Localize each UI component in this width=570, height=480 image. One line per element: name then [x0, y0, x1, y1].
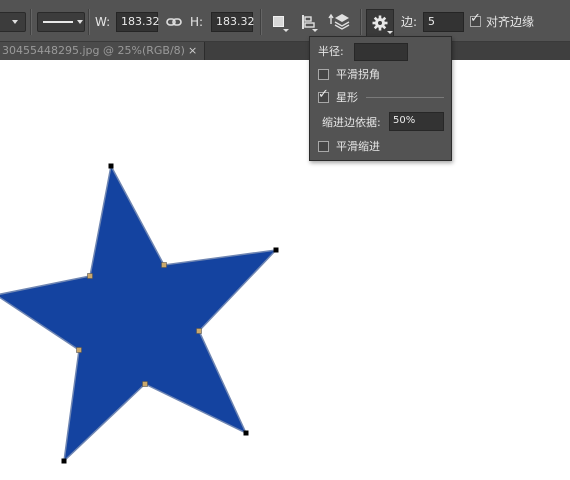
- radius-input[interactable]: [354, 43, 408, 61]
- separator: [260, 9, 262, 35]
- anchor-point[interactable]: [87, 273, 93, 279]
- smooth-indents-checkbox[interactable]: [318, 141, 329, 152]
- document-tab[interactable]: 30455448295.jpg @ 25%(RGB/8) ×: [0, 42, 205, 60]
- chevron-down-icon: [387, 31, 393, 34]
- radius-label: 半径:: [318, 45, 344, 58]
- star-label: 星形: [336, 91, 358, 104]
- sides-input[interactable]: 5: [423, 12, 464, 32]
- close-icon[interactable]: ×: [188, 42, 197, 60]
- path-operations-button[interactable]: [268, 12, 290, 32]
- smooth-corners-checkbox[interactable]: [318, 69, 329, 80]
- chevron-down-icon: [312, 29, 318, 32]
- anchor-point[interactable]: [108, 163, 114, 169]
- chevron-down-icon: [77, 20, 83, 24]
- anchor-point[interactable]: [161, 262, 167, 268]
- height-label: H:: [190, 15, 204, 29]
- align-edges-label: 对齐边缘: [486, 15, 535, 29]
- star-checkbox[interactable]: ✓: [318, 88, 329, 103]
- separator: [88, 9, 90, 35]
- smooth-indents-label: 平滑缩进: [336, 140, 380, 153]
- anchor-point[interactable]: [61, 458, 67, 464]
- geometry-options-button[interactable]: [366, 9, 394, 37]
- line-style-icon: [43, 21, 73, 23]
- arrange-layers-icon: [328, 13, 350, 30]
- separator: [30, 9, 32, 35]
- height-input[interactable]: 183.32: [211, 12, 255, 32]
- anchor-point[interactable]: [196, 328, 202, 334]
- gear-icon: [372, 15, 388, 31]
- path-alignment-button[interactable]: [297, 12, 319, 32]
- anchor-point[interactable]: [273, 247, 279, 253]
- divider: [366, 97, 444, 98]
- star-polygon[interactable]: [0, 163, 279, 464]
- star-shape[interactable]: [0, 60, 570, 480]
- anchor-point[interactable]: [76, 347, 82, 353]
- smooth-corners-label: 平滑拐角: [336, 68, 380, 81]
- chevron-down-icon: [12, 20, 18, 24]
- separator: [360, 9, 362, 35]
- document-tab-bar: 30455448295.jpg @ 25%(RGB/8) ×: [0, 42, 570, 60]
- anchor-point[interactable]: [142, 381, 148, 387]
- path-arrangement-button[interactable]: [328, 12, 350, 32]
- stroke-type-dropdown[interactable]: [37, 12, 85, 32]
- indent-sides-label: 缩进边依据:: [322, 116, 381, 129]
- align-edges-checkbox[interactable]: ✓: [470, 12, 481, 27]
- options-bar: W: 183.32 H: 183.32 边: 5 ✓ 对齐边缘: [0, 0, 570, 42]
- polygon-options-panel: 半径: 平滑拐角 ✓ 星形 缩进边依据: 50% 平滑缩进: [309, 36, 452, 161]
- width-label: W:: [95, 15, 111, 29]
- check-icon: ✓: [318, 87, 329, 102]
- document-tab-title: 30455448295.jpg @ 25%(RGB/8): [2, 44, 185, 57]
- indent-sides-input[interactable]: 50%: [389, 112, 444, 131]
- sides-label: 边:: [401, 15, 418, 29]
- width-input[interactable]: 183.32: [116, 12, 160, 32]
- anchor-point[interactable]: [243, 430, 249, 436]
- link-icon[interactable]: [166, 15, 182, 32]
- shape-mode-dropdown[interactable]: [0, 12, 26, 32]
- chevron-down-icon: [283, 29, 289, 32]
- document-canvas[interactable]: [0, 60, 570, 480]
- check-icon: ✓: [470, 11, 481, 26]
- square-icon: [273, 16, 284, 27]
